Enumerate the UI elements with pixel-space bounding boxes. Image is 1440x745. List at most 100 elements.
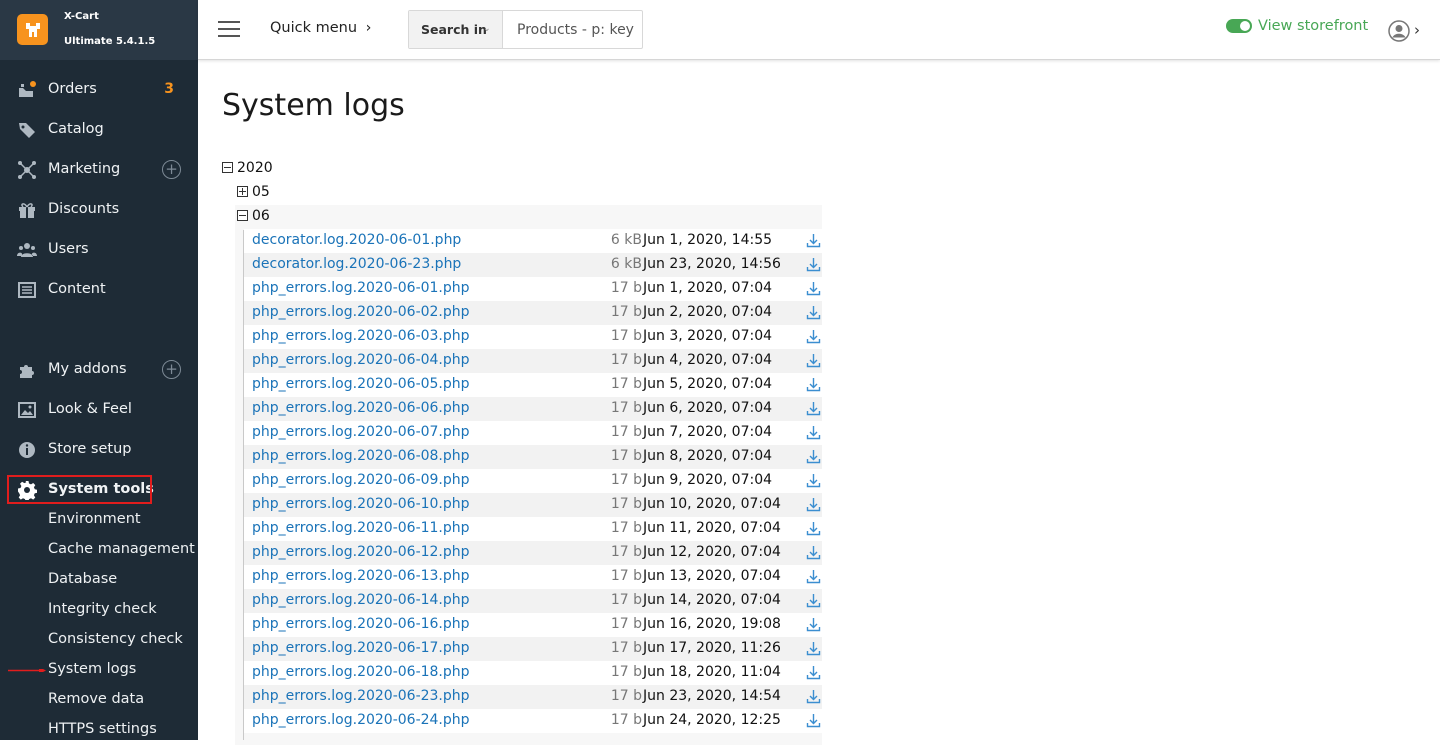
sidebar-subitem-environment[interactable]: Environment (48, 511, 141, 527)
log-file-link[interactable]: php_errors.log.2020-06-16.php (252, 616, 470, 632)
sidebar-item-users[interactable]: Users (0, 230, 198, 270)
log-file-link[interactable]: php_errors.log.2020-06-08.php (252, 448, 470, 464)
log-file-link[interactable]: php_errors.log.2020-06-10.php (252, 496, 470, 512)
download-icon[interactable] (806, 521, 821, 536)
log-file-link[interactable]: php_errors.log.2020-06-13.php (252, 568, 470, 584)
log-file-row: php_errors.log.2020-06-18.php 17 b Jun 18,… (244, 661, 822, 685)
log-file-link[interactable]: php_errors.log.2020-06-17.php (252, 640, 470, 656)
tree-year-label[interactable]: 2020 (237, 160, 273, 176)
download-icon[interactable] (806, 257, 821, 272)
sidebar-subitem-system-logs[interactable]: System logs (48, 661, 136, 677)
download-icon[interactable] (806, 713, 821, 728)
xcart-logo-icon[interactable] (17, 14, 48, 45)
sidebar-subitem-remove-data[interactable]: Remove data (48, 691, 144, 707)
account-menu[interactable]: › (1388, 20, 1424, 42)
log-file-link[interactable]: php_errors.log.2020-06-05.php (252, 376, 470, 392)
sidebar-item-discounts[interactable]: Discounts (0, 190, 198, 230)
tree-month-label[interactable]: 05 (252, 184, 270, 200)
sidebar-item-my-addons[interactable]: My addons + (0, 350, 198, 390)
top-header: Quick menu › Search in ⌄ View storefront… (198, 0, 1440, 60)
search-in-label: Search in (421, 22, 487, 37)
sidebar-item-content[interactable]: Content (0, 270, 198, 310)
log-file-link[interactable]: php_errors.log.2020-06-12.php (252, 544, 470, 560)
log-file-link[interactable]: php_errors.log.2020-06-04.php (252, 352, 470, 368)
log-file-date: Jun 1, 2020, 07:04 (643, 280, 773, 296)
log-file-link[interactable]: php_errors.log.2020-06-07.php (252, 424, 470, 440)
log-file-size: 17 b (610, 712, 642, 728)
sidebar-subitem-integrity-check[interactable]: Integrity check (48, 601, 157, 617)
download-icon[interactable] (806, 665, 821, 680)
tree-month-label[interactable]: 06 (252, 208, 270, 224)
log-file-date: Jun 14, 2020, 07:04 (643, 592, 781, 608)
download-icon[interactable] (806, 425, 821, 440)
log-file-row: php_errors.log.2020-06-02.php 17 b Jun 2, … (244, 301, 822, 325)
download-icon[interactable] (806, 353, 821, 368)
log-file-row: php_errors.log.2020-06-06.php 17 b Jun 6, … (244, 397, 822, 421)
sidebar-subitem-https-settings[interactable]: HTTPS settings (48, 721, 157, 737)
sidebar-item-label: Catalog (48, 121, 104, 137)
collapse-year-toggle-icon[interactable] (222, 162, 233, 173)
download-icon[interactable] (806, 305, 821, 320)
log-file-row: php_errors.log.2020-06-16.php 17 b Jun 16,… (244, 613, 822, 637)
add-addon-icon[interactable]: + (162, 360, 181, 379)
sidebar-item-label: Orders (48, 81, 97, 97)
log-file-link[interactable]: php_errors.log.2020-06-06.php (252, 400, 470, 416)
log-file-link[interactable]: php_errors.log.2020-06-01.php (252, 280, 470, 296)
download-icon[interactable] (806, 641, 821, 656)
download-icon[interactable] (806, 329, 821, 344)
sidebar-item-orders[interactable]: Orders 3 (0, 70, 198, 110)
expand-month-toggle-icon[interactable] (237, 186, 248, 197)
collapse-month-toggle-icon[interactable] (237, 210, 248, 221)
download-icon[interactable] (806, 401, 821, 416)
download-icon[interactable] (806, 569, 821, 584)
quick-menu-button[interactable]: Quick menu › (270, 20, 371, 36)
log-file-link[interactable]: php_errors.log.2020-06-09.php (252, 472, 470, 488)
info-icon (19, 442, 35, 458)
download-icon[interactable] (806, 545, 821, 560)
download-icon[interactable] (806, 449, 821, 464)
download-icon[interactable] (806, 473, 821, 488)
download-icon[interactable] (806, 281, 821, 296)
log-file-date: Jun 12, 2020, 07:04 (643, 544, 781, 560)
log-file-link[interactable]: php_errors.log.2020-06-24.php (252, 712, 470, 728)
view-storefront-link[interactable]: View storefront (1226, 18, 1368, 34)
download-icon[interactable] (806, 233, 821, 248)
log-file-row: php_errors.log.2020-06-23.php 17 b Jun 23,… (244, 685, 822, 709)
log-file-link[interactable]: decorator.log.2020-06-23.php (252, 256, 461, 272)
log-file-date: Jun 13, 2020, 07:04 (643, 568, 781, 584)
hamburger-menu-icon[interactable] (218, 20, 240, 38)
sidebar-item-catalog[interactable]: Catalog (0, 110, 198, 150)
log-file-row: php_errors.log.2020-06-09.php 17 b Jun 9, … (244, 469, 822, 493)
sidebar-item-store-setup[interactable]: Store setup (0, 430, 198, 470)
users-icon (17, 243, 37, 257)
sidebar-subitem-cache-management[interactable]: Cache management (48, 541, 195, 557)
log-file-link[interactable]: php_errors.log.2020-06-18.php (252, 664, 470, 680)
log-file-link[interactable]: php_errors.log.2020-06-03.php (252, 328, 470, 344)
chevron-right-icon: › (365, 20, 372, 36)
download-icon[interactable] (806, 617, 821, 632)
download-icon[interactable] (806, 377, 821, 392)
log-file-link[interactable]: php_errors.log.2020-06-23.php (252, 688, 470, 704)
log-file-date: Jun 9, 2020, 07:04 (643, 472, 773, 488)
log-file-link[interactable]: decorator.log.2020-06-01.php (252, 232, 461, 248)
sidebar-item-label: My addons (48, 361, 127, 377)
sidebar-subitem-consistency-check[interactable]: Consistency check (48, 631, 183, 647)
log-file-link[interactable]: php_errors.log.2020-06-11.php (252, 520, 470, 536)
sidebar-item-label: Marketing (48, 161, 121, 177)
log-file-date: Jun 7, 2020, 07:04 (643, 424, 773, 440)
search-in-dropdown[interactable]: Search in ⌄ (409, 11, 503, 48)
storefront-toggle-icon[interactable] (1226, 19, 1252, 33)
sidebar-item-marketing[interactable]: Marketing + (0, 150, 198, 190)
log-file-row: php_errors.log.2020-06-12.php 17 b Jun 12,… (244, 541, 822, 565)
search-input[interactable] (504, 11, 642, 48)
download-icon[interactable] (806, 593, 821, 608)
log-file-row: php_errors.log.2020-06-07.php 17 b Jun 7, … (244, 421, 822, 445)
sidebar-item-look-feel[interactable]: Look & Feel (0, 390, 198, 430)
sidebar-subitem-database[interactable]: Database (48, 571, 117, 587)
download-icon[interactable] (806, 689, 821, 704)
log-file-link[interactable]: php_errors.log.2020-06-02.php (252, 304, 470, 320)
download-icon[interactable] (806, 497, 821, 512)
add-marketing-icon[interactable]: + (162, 160, 181, 179)
log-file-size: 17 b (610, 448, 642, 464)
log-file-link[interactable]: php_errors.log.2020-06-14.php (252, 592, 470, 608)
